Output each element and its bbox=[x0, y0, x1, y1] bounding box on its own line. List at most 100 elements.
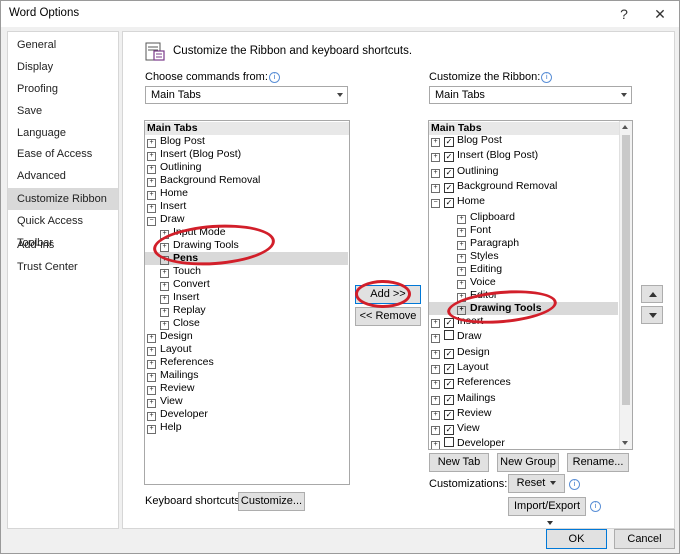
list-item[interactable]: + Clipboard bbox=[457, 211, 515, 224]
scroll-thumb[interactable] bbox=[622, 135, 630, 405]
help-button[interactable]: ? bbox=[609, 3, 639, 25]
list-item[interactable]: + Developer bbox=[431, 437, 505, 449]
checkbox-checked-icon: ✓ bbox=[444, 425, 454, 435]
ribbon-tabs-list[interactable]: Main Tabs + ✓ Blog Post + ✓ Insert (Blog Pos… bbox=[428, 120, 633, 450]
list-item[interactable]: + ✓ References bbox=[431, 376, 511, 389]
nav-item-save[interactable]: Save bbox=[8, 100, 118, 122]
move-down-button[interactable] bbox=[641, 306, 663, 324]
chevron-down-icon bbox=[337, 93, 343, 97]
nav-item-quick-access-toolbar[interactable]: Quick Access Toolbar bbox=[8, 210, 118, 249]
list-item[interactable]: + Review bbox=[147, 382, 194, 395]
nav-item-proofing[interactable]: Proofing bbox=[8, 78, 118, 100]
list-item[interactable]: + Draw bbox=[431, 330, 482, 343]
nav-item-ease-of-access[interactable]: Ease of Access bbox=[8, 143, 118, 165]
expand-icon: + bbox=[457, 293, 466, 302]
list-item[interactable]: + ✓ Insert (Blog Post) bbox=[431, 149, 538, 162]
nav-item-advanced[interactable]: Advanced bbox=[8, 165, 118, 187]
list-item[interactable]: − Draw bbox=[147, 213, 185, 226]
list-item[interactable]: + Developer bbox=[147, 408, 208, 421]
list-item[interactable]: + ✓ View bbox=[431, 422, 480, 435]
move-up-button[interactable] bbox=[641, 285, 663, 303]
expand-icon: + bbox=[160, 243, 169, 252]
expand-icon: + bbox=[431, 365, 440, 374]
checkbox-checked-icon: ✓ bbox=[444, 168, 454, 178]
nav-item-customize-ribbon[interactable]: Customize Ribbon bbox=[8, 188, 118, 210]
checkbox-checked-icon: ✓ bbox=[444, 152, 454, 162]
list-item[interactable]: + ✓ Insert bbox=[431, 315, 483, 328]
list-item[interactable]: + Replay bbox=[160, 304, 206, 317]
list-item[interactable]: + Drawing Tools bbox=[160, 239, 239, 252]
remove-button[interactable]: << Remove bbox=[355, 307, 421, 326]
window-title: Word Options bbox=[9, 7, 80, 19]
import-export-button[interactable]: Import/Export bbox=[508, 497, 586, 525]
new-tab-button[interactable]: New Tab bbox=[429, 453, 489, 472]
expand-icon: + bbox=[431, 396, 440, 405]
close-button[interactable]: ✕ bbox=[645, 3, 675, 25]
list-item[interactable]: + Mailings bbox=[147, 369, 199, 382]
commands-list[interactable]: Main Tabs + Blog Post + Insert (Blog Post)… bbox=[144, 120, 350, 485]
list-item[interactable]: − ✓ Home bbox=[431, 195, 485, 208]
list-item[interactable]: + Insert (Blog Post) bbox=[147, 148, 241, 161]
list-item[interactable]: + Voice bbox=[457, 276, 496, 289]
list-item[interactable]: + Design bbox=[147, 330, 193, 343]
expand-icon: + bbox=[431, 169, 440, 178]
list-item[interactable]: + Insert bbox=[147, 200, 186, 213]
scroll-down-icon[interactable] bbox=[622, 441, 628, 445]
chevron-down-icon bbox=[621, 93, 627, 97]
list-item[interactable]: + Help bbox=[147, 421, 182, 434]
list-item[interactable]: + Font bbox=[457, 224, 491, 237]
list-item[interactable]: + ✓ Background Removal bbox=[431, 180, 557, 193]
cancel-button[interactable]: Cancel bbox=[614, 529, 675, 549]
list-item[interactable]: + Outlining bbox=[147, 161, 201, 174]
scroll-up-icon[interactable] bbox=[622, 125, 628, 129]
list-item-selected[interactable]: + Drawing Tools bbox=[429, 302, 618, 315]
nav-item-add-ins[interactable]: Add-ins bbox=[8, 234, 118, 256]
list-item[interactable]: + Input Mode bbox=[160, 226, 226, 239]
list-item[interactable]: + Blog Post bbox=[147, 135, 205, 148]
expand-icon: + bbox=[160, 256, 169, 265]
info-icon: i bbox=[590, 501, 601, 512]
list-item[interactable]: + ✓ Review bbox=[431, 407, 491, 420]
list-item[interactable]: + ✓ Layout bbox=[431, 361, 489, 374]
list-item[interactable]: + Editor bbox=[457, 289, 497, 302]
expand-icon: + bbox=[457, 280, 466, 289]
list-item[interactable]: + ✓ Design bbox=[431, 346, 490, 359]
expand-icon: + bbox=[457, 254, 466, 263]
list-item[interactable]: + Styles bbox=[457, 250, 499, 263]
list-item[interactable]: + View bbox=[147, 395, 183, 408]
nav-item-general[interactable]: General bbox=[8, 34, 118, 56]
expand-icon: + bbox=[431, 334, 440, 343]
chevron-down-icon bbox=[550, 481, 557, 485]
expand-icon: + bbox=[457, 241, 466, 250]
ok-button[interactable]: OK bbox=[546, 529, 607, 549]
reset-button[interactable]: Reset bbox=[508, 474, 565, 493]
nav-item-display[interactable]: Display bbox=[8, 56, 118, 78]
list-item[interactable]: + Touch bbox=[160, 265, 201, 278]
add-button[interactable]: Add >> bbox=[355, 285, 421, 304]
list-item[interactable]: + Insert bbox=[160, 291, 199, 304]
list-item[interactable]: + Home bbox=[147, 187, 188, 200]
nav-item-language[interactable]: Language bbox=[8, 122, 118, 144]
customize-shortcuts-button[interactable]: Customize... bbox=[238, 492, 305, 511]
list-item[interactable]: + References bbox=[147, 356, 214, 369]
expand-icon: + bbox=[457, 306, 466, 315]
list-item[interactable]: + Background Removal bbox=[147, 174, 260, 187]
list-item[interactable]: + ✓ Blog Post bbox=[431, 134, 502, 147]
list-item[interactable]: + Convert bbox=[160, 278, 210, 291]
customize-ribbon-icon bbox=[145, 42, 165, 61]
list-item[interactable]: + Layout bbox=[147, 343, 192, 356]
list-item[interactable]: + ✓ Outlining bbox=[431, 165, 498, 178]
customize-ribbon-dropdown[interactable]: Main Tabs bbox=[429, 86, 632, 104]
keyboard-shortcuts-label: Keyboard shortcuts: bbox=[145, 495, 243, 507]
rename-button[interactable]: Rename... bbox=[567, 453, 629, 472]
list-scrollbar[interactable] bbox=[619, 121, 632, 449]
list-item-selected[interactable]: + Pens bbox=[145, 252, 348, 265]
list-item[interactable]: + ✓ Mailings bbox=[431, 392, 496, 405]
list-item[interactable]: + Close bbox=[160, 317, 200, 330]
list-item[interactable]: + Paragraph bbox=[457, 237, 519, 250]
list-item[interactable]: + Editing bbox=[457, 263, 502, 276]
choose-commands-dropdown[interactable]: Main Tabs bbox=[145, 86, 348, 104]
checkbox-checked-icon: ✓ bbox=[444, 137, 454, 147]
new-group-button[interactable]: New Group bbox=[497, 453, 559, 472]
nav-item-trust-center[interactable]: Trust Center bbox=[8, 256, 118, 278]
